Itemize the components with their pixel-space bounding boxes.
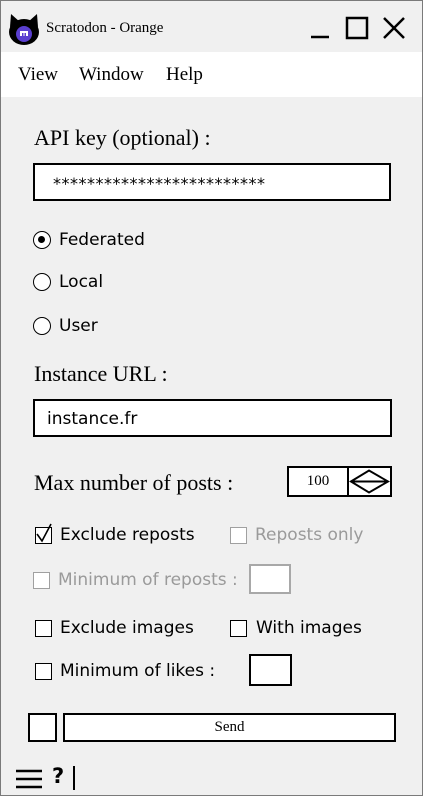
menu-window[interactable]: Window	[79, 64, 144, 86]
send-button[interactable]: Send	[63, 713, 396, 742]
scratodon-logo-icon	[9, 14, 39, 45]
exclude-images-label: Exclude images	[60, 618, 194, 638]
max-posts-value: 100	[306, 473, 330, 489]
min-reposts-checkbox[interactable]	[33, 572, 50, 589]
send-option-box[interactable]	[28, 713, 57, 742]
radio-federated[interactable]	[33, 231, 51, 249]
min-likes-label: Minimum of likes :	[60, 661, 216, 681]
api-key-label: API key (optional) :	[34, 125, 211, 150]
help-button[interactable]: ?	[52, 764, 64, 788]
minimize-icon[interactable]	[307, 15, 333, 41]
radio-selected-dot	[38, 236, 45, 243]
exclude-reposts-checkbox[interactable]	[35, 523, 52, 544]
radio-user[interactable]	[33, 317, 51, 335]
with-images-checkbox[interactable]	[230, 620, 247, 637]
api-key-input[interactable]: *************************	[33, 163, 391, 201]
menu-view[interactable]: View	[18, 64, 58, 86]
spin-up-down-icon[interactable]	[347, 468, 390, 495]
exclude-images-checkbox[interactable]	[35, 620, 52, 637]
radio-user-label: User	[59, 316, 98, 336]
menu-help[interactable]: Help	[166, 64, 203, 86]
instance-url-label: Instance URL :	[34, 361, 168, 386]
window-title: Scratodon - Orange	[46, 20, 164, 36]
min-reposts-label: Minimum of reposts :	[58, 570, 238, 590]
title-bar: Scratodon - Orange	[1, 1, 422, 51]
instance-url-value: instance.fr	[47, 409, 138, 429]
maximize-icon[interactable]	[344, 15, 370, 41]
radio-local-label: Local	[59, 272, 104, 292]
close-icon[interactable]	[381, 15, 407, 41]
menu-bar: View Window Help	[1, 52, 422, 97]
footer-divider	[73, 766, 75, 790]
min-likes-checkbox[interactable]	[35, 663, 52, 680]
radio-local[interactable]	[33, 273, 51, 291]
reposts-only-label: Reposts only	[255, 525, 364, 545]
radio-federated-label: Federated	[59, 230, 145, 250]
with-images-label: With images	[256, 618, 362, 638]
max-posts-spinbox[interactable]: 100	[287, 466, 392, 497]
app-window: Scratodon - Orange View Window Help API …	[0, 0, 423, 796]
api-key-value: *************************	[53, 174, 266, 193]
reposts-only-checkbox[interactable]	[230, 527, 247, 544]
min-likes-input[interactable]	[249, 654, 292, 686]
min-reposts-input[interactable]	[249, 564, 291, 594]
max-posts-label: Max number of posts :	[34, 470, 234, 495]
exclude-reposts-label: Exclude reposts	[60, 525, 195, 545]
hamburger-icon[interactable]	[16, 769, 42, 789]
check-icon	[36, 523, 52, 543]
instance-url-input[interactable]: instance.fr	[33, 399, 392, 437]
